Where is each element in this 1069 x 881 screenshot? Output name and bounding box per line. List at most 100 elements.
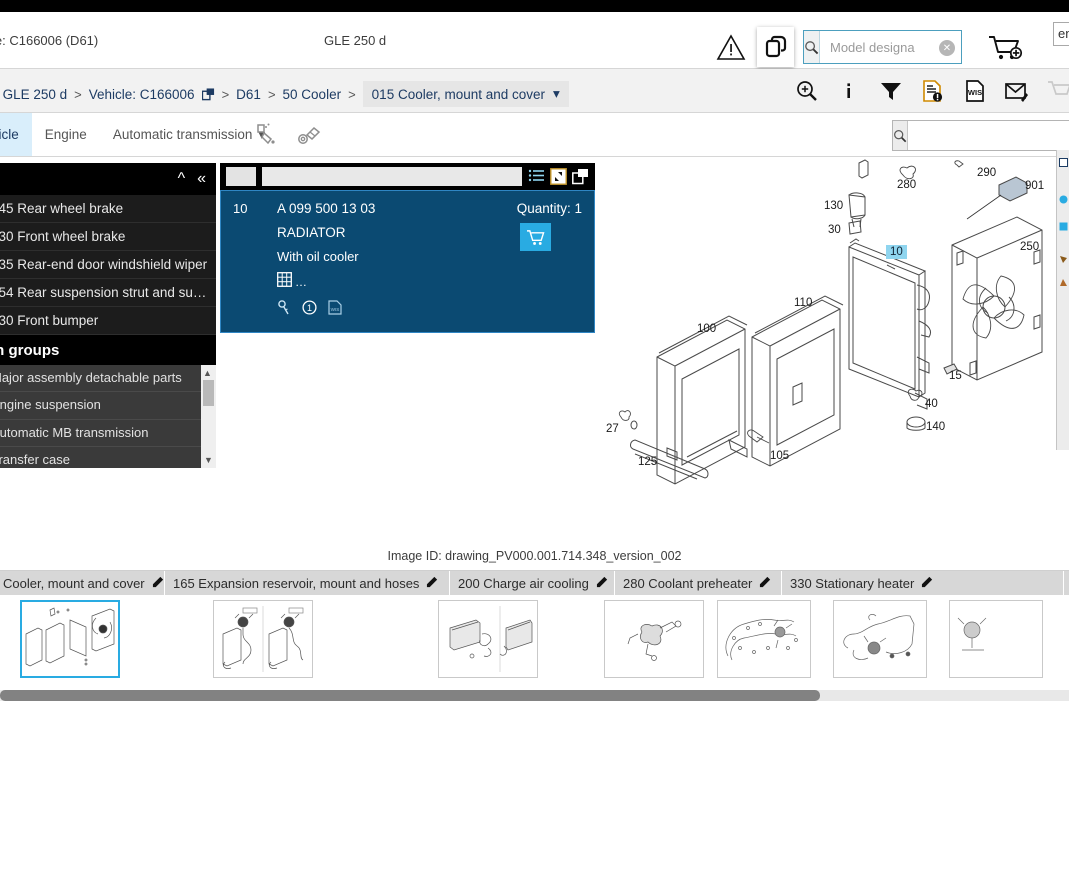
circled-one-icon[interactable]: 1 xyxy=(302,300,317,320)
fastener-bolt-icon[interactable] xyxy=(296,121,324,149)
thumb-group-label-charge-air-cooling[interactable]: 200 Charge air cooling xyxy=(450,571,615,595)
part-position: 10 xyxy=(233,201,248,216)
sidebar-item-front-bumper[interactable]: 030 Front bumper xyxy=(0,307,216,335)
breadcrumb-item-cooler[interactable]: 50 Cooler xyxy=(283,87,342,102)
thumb-group-label-coolant-preheater[interactable]: 280 Coolant preheater xyxy=(615,571,782,595)
flag-icon[interactable] xyxy=(1059,278,1068,287)
diagram-callout-100[interactable]: 100 xyxy=(697,323,716,335)
sidebar-item-rear-suspension-strut[interactable]: 154 Rear suspension strut and su… xyxy=(0,279,216,307)
part-header-field[interactable] xyxy=(262,167,522,186)
mail-edit-icon[interactable] xyxy=(1004,78,1030,104)
tab-vehicle[interactable]: hicle xyxy=(0,113,32,156)
sidebar-group-item-transfer-case[interactable]: Transfer case xyxy=(0,447,201,468)
breadcrumb-item-model[interactable]: GLE 250 d xyxy=(3,87,68,102)
edit-icon[interactable] xyxy=(152,575,165,591)
diagram-callout-110[interactable]: 110 xyxy=(794,297,812,309)
info-icon[interactable] xyxy=(836,78,862,104)
diagram-callout-105[interactable]: 105 xyxy=(770,450,789,462)
sidebar-group-item-major-assembly[interactable]: Major assembly detachable parts xyxy=(0,365,201,393)
duplicate-icon[interactable] xyxy=(201,87,215,101)
thumbnail-cooler-mount-cover[interactable] xyxy=(20,600,120,678)
thumbnail-stationary-heater-c[interactable] xyxy=(949,600,1043,678)
info-square-icon[interactable] xyxy=(1059,222,1068,231)
document-alert-icon[interactable] xyxy=(920,78,946,104)
sidebar-item-rear-wheel-brake[interactable]: 045 Rear wheel brake xyxy=(0,195,216,223)
info-circle-icon[interactable] xyxy=(1059,195,1068,204)
scrollbar-thumb[interactable] xyxy=(203,380,214,406)
thumbnail-expansion-reservoir[interactable] xyxy=(212,600,313,678)
search-icon[interactable] xyxy=(893,121,908,150)
language-selector[interactable]: en xyxy=(1053,22,1069,46)
warning-triangle-icon[interactable] xyxy=(716,32,746,62)
zoom-in-icon[interactable] xyxy=(794,78,820,104)
secondary-search-input[interactable] xyxy=(908,121,1069,150)
thumbnail-row xyxy=(0,595,1069,685)
horizontal-scrollbar[interactable] xyxy=(0,690,1069,701)
paint-color-icon[interactable] xyxy=(252,121,280,149)
breadcrumb-item-vehicle[interactable]: Vehicle: C166006 xyxy=(89,87,195,102)
part-grid-row[interactable]: … xyxy=(277,272,582,292)
thumb-group-label-stationary-heater[interactable]: 330 Stationary heater xyxy=(782,571,1064,595)
chevron-up-icon[interactable]: ^ xyxy=(178,170,186,188)
wis-document-icon[interactable]: WIS xyxy=(328,300,342,320)
sidebar-scrollbar[interactable]: ▲ ▼ xyxy=(201,365,216,468)
marker-icon[interactable] xyxy=(1059,255,1068,264)
chevron-double-left-icon[interactable]: « xyxy=(197,170,206,188)
diagram-callout-901[interactable]: 901 xyxy=(1025,180,1044,192)
edit-icon[interactable] xyxy=(426,575,439,591)
diagram-callout-27[interactable]: 27 xyxy=(606,423,619,435)
cart-icon[interactable] xyxy=(1046,78,1069,104)
document-icon[interactable] xyxy=(1059,158,1068,167)
copy-icon[interactable] xyxy=(757,27,794,67)
clear-icon[interactable]: ✕ xyxy=(939,40,955,56)
grid-icon[interactable] xyxy=(277,272,292,292)
wis-document-icon[interactable]: WIS xyxy=(962,78,988,104)
sidebar-item-rear-end-door-wiper[interactable]: 135 Rear-end door windshield wiper xyxy=(0,251,216,279)
sidebar-group-item-engine-suspension[interactable]: Engine suspension xyxy=(0,392,201,420)
diagram-callout-10[interactable]: 10 xyxy=(886,245,907,259)
part-header-slot xyxy=(226,167,256,186)
diagram-callout-140[interactable]: 140 xyxy=(926,421,945,433)
part-detail-icons: 1 WIS xyxy=(277,300,582,320)
thumbnail-coolant-preheater[interactable] xyxy=(603,600,704,678)
diagram-callout-250[interactable]: 250 xyxy=(1020,241,1039,253)
diagram-callout-30[interactable]: 30 xyxy=(828,224,841,236)
diagram-callout-40[interactable]: 40 xyxy=(925,398,938,410)
cart-add-icon[interactable] xyxy=(987,34,1023,62)
search-icon[interactable] xyxy=(804,31,820,63)
sidebar-item-front-wheel-brake[interactable]: 030 Front wheel brake xyxy=(0,223,216,251)
edit-icon[interactable] xyxy=(921,575,934,591)
scroll-up-arrow-icon[interactable]: ▲ xyxy=(203,368,214,378)
thumb-cell xyxy=(717,600,1043,678)
search-input[interactable] xyxy=(820,31,1006,63)
thumb-group-label-expansion-reservoir[interactable]: 165 Expansion reservoir, mount and hoses xyxy=(165,571,450,595)
breadcrumb-sep: > xyxy=(221,86,230,102)
thumbnail-stationary-heater-a[interactable] xyxy=(717,600,811,678)
secondary-search-box[interactable] xyxy=(892,120,1069,151)
thumb-group-label-cooler[interactable]: Cooler, mount and cover xyxy=(0,571,165,595)
model-search-box[interactable]: ✕ xyxy=(803,30,1006,64)
edit-icon[interactable] xyxy=(596,575,609,591)
thumbnail-stationary-heater-b[interactable] xyxy=(833,600,927,678)
horizontal-scrollbar-thumb[interactable] xyxy=(0,690,820,701)
thumbnail-charge-air-cooling[interactable] xyxy=(437,600,538,678)
diagram-callout-15[interactable]: 15 xyxy=(949,370,962,382)
breadcrumb-item-d61[interactable]: D61 xyxy=(236,87,261,102)
diagram-callout-125[interactable]: 125 xyxy=(638,456,657,468)
scroll-down-arrow-icon[interactable]: ▼ xyxy=(204,455,213,465)
sidebar-group-item-automatic-mb-transmission[interactable]: Automatic MB transmission xyxy=(0,420,201,447)
edit-icon[interactable] xyxy=(759,575,772,591)
tab-engine[interactable]: Engine xyxy=(32,113,100,156)
diagram-callout-290[interactable]: 290 xyxy=(977,167,996,179)
list-view-icon[interactable] xyxy=(528,168,545,185)
diagram-callout-130[interactable]: 130 xyxy=(824,200,843,212)
breadcrumb-item-active[interactable]: 015 Cooler, mount and cover ▾ xyxy=(362,81,569,107)
expand-icon[interactable] xyxy=(550,168,567,185)
duplicate-icon[interactable] xyxy=(572,168,589,185)
diagram-callout-280[interactable]: 280 xyxy=(897,179,916,191)
key-icon[interactable] xyxy=(277,300,291,320)
part-detail-body[interactable]: 10 A 099 500 13 03 RADIATOR With oil coo… xyxy=(220,190,595,333)
add-to-cart-button[interactable] xyxy=(520,223,551,251)
filter-icon[interactable] xyxy=(878,78,904,104)
exploded-parts-diagram[interactable]: 280 290 901 130 30 10 250 110 100 15 40 … xyxy=(597,157,1052,547)
